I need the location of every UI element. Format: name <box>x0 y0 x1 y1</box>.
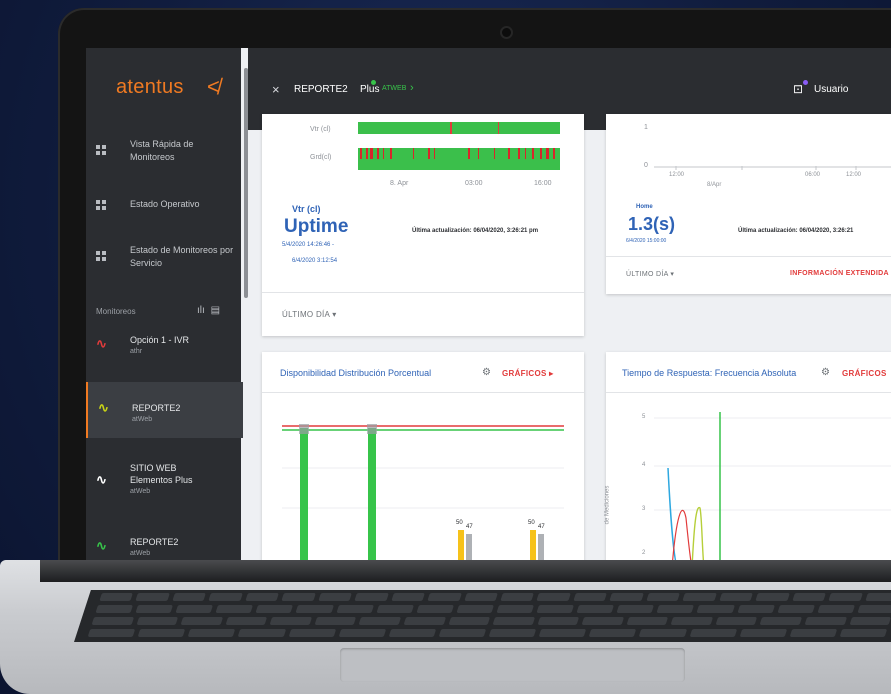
close-icon[interactable]: × <box>272 82 280 97</box>
uptime-bar-row2 <box>358 148 560 170</box>
monitor-item[interactable]: ∿ Opción 1 - IVR athr <box>86 326 241 382</box>
frequency-chart <box>654 412 891 560</box>
grid-icon <box>96 251 108 263</box>
row-label: Grd(cl) <box>310 154 332 161</box>
plan-label: Plus <box>360 84 380 95</box>
axis-tick: 8. Apr <box>390 180 409 187</box>
list-icon[interactable]: ▤ <box>211 305 220 316</box>
grid-icon <box>96 200 108 212</box>
monitor-name: REPORTE2 atWeb <box>132 403 181 423</box>
trend-icon: ∿ <box>96 538 107 553</box>
bar-chart-icon[interactable]: ılı <box>197 305 205 316</box>
bar-label: 50 <box>528 520 535 526</box>
logo[interactable]: atentus ≮ <box>116 74 220 99</box>
card-title: Tiempo de Respuesta: Frecuencia Absoluta <box>622 368 797 378</box>
divider <box>606 256 891 257</box>
monitor-item-active[interactable]: ∿ REPORTE2 atWeb <box>86 382 243 438</box>
metric-value: Uptime <box>284 216 349 237</box>
x-tick: 8/Apr <box>707 182 722 188</box>
date-range-end: 6/4/2020 3:12:54 <box>292 258 338 264</box>
report-title: REPORTE2 <box>294 84 348 95</box>
metric-label: Vtr (cl) <box>292 204 321 214</box>
row-label: Vtr (cl) <box>310 126 331 133</box>
period-dropdown[interactable]: ÚLTIMO DÍA ▾ <box>626 270 674 278</box>
response-card: 1 0 12:00 8/Apr 06:00 12:00 Home 1.3(s) … <box>606 114 891 294</box>
bar-label: 47 <box>466 524 473 530</box>
grid-icon <box>96 145 108 157</box>
bar-label: 50 <box>456 520 463 526</box>
sidebar-item-label: Estado de Monitoreos por Servicio <box>130 245 234 268</box>
monitor-name: REPORTE2 atWeb <box>130 537 179 557</box>
divider <box>262 292 584 293</box>
date-range-start: 5/4/2020 14:26:46 - <box>282 242 335 248</box>
y-tick: 2 <box>642 550 646 556</box>
x-tick: 12:00 <box>669 172 685 178</box>
charts-link[interactable]: GRÁFICOS ▸ <box>502 369 553 378</box>
response-frequency-card: Tiempo de Respuesta: Frecuencia Absoluta… <box>604 352 891 560</box>
bar-label: 47 <box>538 524 545 530</box>
monitor-name: SITIO WEB Elementos Plus atWeb <box>130 463 193 495</box>
sidebar-item-label: Vista Rápida de Monitoreos <box>130 139 194 162</box>
availability-chart <box>282 424 564 560</box>
keyboard <box>74 590 891 642</box>
camera-icon <box>502 28 511 37</box>
trend-icon: ∿ <box>96 472 107 487</box>
extended-info-link[interactable]: INFORMACIÓN EXTENDIDA <box>790 270 889 277</box>
last-update: Última actualización: 06/04/2020, 3:26:2… <box>738 228 854 234</box>
logo-text: atentus <box>116 76 184 98</box>
y-tick: 5 <box>642 414 646 420</box>
trend-icon: ∿ <box>98 400 109 415</box>
x-tick: 06:00 <box>805 172 821 178</box>
y-tick: 3 <box>642 506 646 512</box>
status-dot <box>371 80 376 85</box>
section-label-monitoreos: Monitoreos <box>96 307 136 316</box>
product-tag: ATWEB <box>382 85 407 92</box>
x-tick: 12:00 <box>846 172 862 178</box>
metric-value: 1.3(s) <box>628 214 676 234</box>
response-axis <box>654 166 891 170</box>
monitor-name: Opción 1 - IVR athr <box>130 335 190 355</box>
sidebar-item-label: Estado Operativo <box>130 199 200 209</box>
user-menu[interactable]: Usuario <box>814 84 848 95</box>
metric-label: Home <box>636 204 653 210</box>
y-axis-label: de Mediciones <box>604 485 611 525</box>
y-tick: 0 <box>644 162 648 169</box>
laptop-screen: atentus ≮ Vista Rápida de Monitoreos Est… <box>86 48 891 560</box>
axis-tick: 16:00 <box>534 180 552 187</box>
logo-arrow-icon: ≮ <box>207 74 221 99</box>
y-tick: 1 <box>644 124 648 131</box>
period-dropdown[interactable]: ÚLTIMO DÍA ▾ <box>282 310 337 319</box>
gear-icon[interactable]: ⚙ <box>482 367 491 378</box>
chevron-right-icon[interactable]: › <box>410 82 414 94</box>
trend-icon: ∿ <box>96 336 107 351</box>
axis-tick: 03:00 <box>465 180 483 187</box>
gear-icon[interactable]: ⚙ <box>821 367 830 378</box>
trackpad <box>340 648 685 682</box>
charts-link[interactable]: GRÁFICOS <box>842 369 887 378</box>
laptop-hinge <box>40 560 891 582</box>
y-tick: 4 <box>642 462 646 468</box>
divider <box>262 392 584 393</box>
metric-date: 6/4/2020 15:00:00 <box>626 238 667 244</box>
uptime-card: Vtr (cl) Grd(cl) 8. Apr 03:00 16:00 Vtr … <box>262 114 584 336</box>
card-title: Disponibilidad Distribución Porcentual <box>280 368 432 378</box>
divider <box>606 392 891 393</box>
availability-card: Disponibilidad Distribución Porcentual ⚙… <box>262 352 584 560</box>
uptime-bar-row1 <box>358 122 560 134</box>
section-tools: ılı ▤ <box>197 305 220 316</box>
monitor-item[interactable]: ∿ REPORTE2 atWeb <box>86 526 241 560</box>
monitor-item[interactable]: ∿ SITIO WEB Elementos Plus atWeb <box>86 454 241 510</box>
sidebar: atentus ≮ Vista Rápida de Monitoreos Est… <box>86 48 243 560</box>
notification-dot <box>803 80 808 85</box>
last-update: Última actualización: 06/04/2020, 3:26:2… <box>412 228 539 234</box>
user-icon[interactable]: ⊡ <box>793 82 803 96</box>
